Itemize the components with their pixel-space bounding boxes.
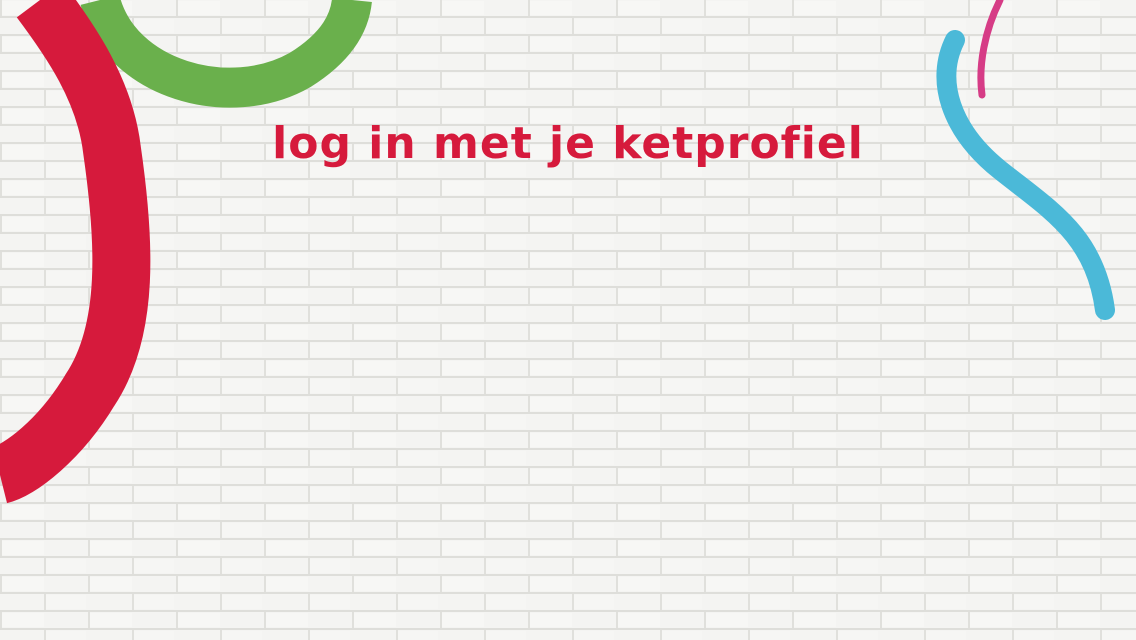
brick-wall-background: [0, 0, 1136, 640]
login-title: log in met je ketprofiel: [272, 118, 864, 169]
